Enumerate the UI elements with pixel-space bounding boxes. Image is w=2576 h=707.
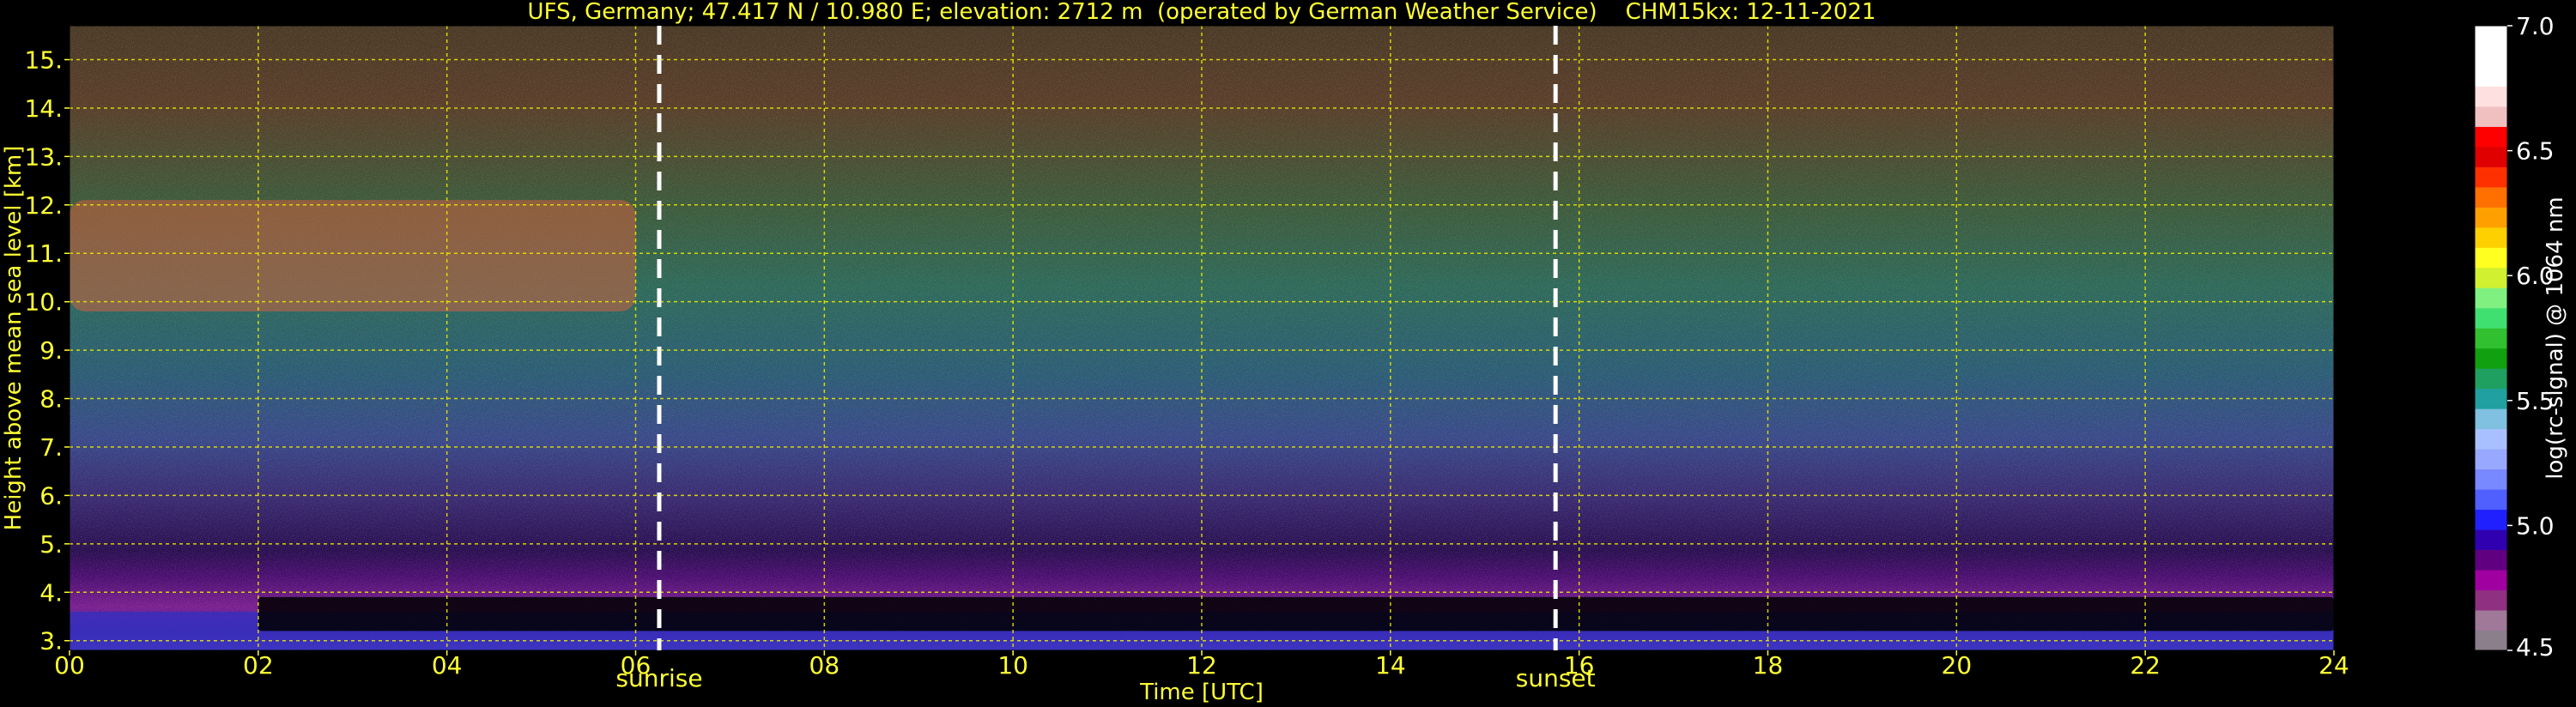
x-tick-label: 04 (432, 651, 463, 680)
colorbar-cell (2475, 267, 2507, 288)
colorbar-cell (2475, 247, 2507, 269)
colorbar-cell (2475, 166, 2507, 188)
y-tick-label: 11. (24, 239, 63, 268)
colorbar-tick-label: 4.5 (2516, 633, 2555, 662)
colorbar-cell (2475, 307, 2507, 329)
colorbar-cell (2475, 207, 2507, 228)
x-tick-label: 14 (1375, 651, 1406, 680)
colorbar-cell (2475, 449, 2507, 470)
y-tick-label: 12. (24, 191, 63, 220)
chart-title: UFS, Germany; 47.417 N / 10.980 E; eleva… (528, 0, 1876, 25)
colorbar-cell (2475, 347, 2507, 369)
colorbar-cell (2475, 489, 2507, 511)
colorbar-cell (2475, 570, 2507, 591)
y-tick-label: 6. (39, 481, 63, 510)
feature-region (258, 596, 2335, 631)
colorbar-cell (2475, 549, 2507, 571)
colorbar-cell (2475, 468, 2507, 490)
x-tick-label: 20 (1942, 651, 1973, 680)
colorbar-cell (2475, 126, 2507, 148)
x-tick-label: 22 (2130, 651, 2161, 680)
y-tick-label: 14. (24, 94, 63, 123)
y-tick-label: 15. (24, 46, 63, 75)
y-tick-label: 3. (39, 627, 63, 656)
colorbar-cell (2475, 610, 2507, 631)
colorbar: 4.55.05.56.06.57.0 log(rc-signal) @ 1064… (2474, 12, 2568, 662)
colorbar-cell (2475, 86, 2507, 107)
y-tick-label: 8. (39, 385, 63, 414)
colorbar-cell (2475, 186, 2507, 208)
colorbar-cell (2475, 509, 2507, 530)
colorbar-cell (2475, 227, 2507, 248)
colorbar-cell (2475, 368, 2507, 390)
y-tick-label: 13. (24, 142, 63, 171)
x-tick-label: 18 (1753, 651, 1784, 680)
y-axis-ticks: 3. 4. 5. 6. 7. 8. 9. 10. 11. 12. 13. 14. 15. (24, 46, 70, 656)
y-axis-label: Height above mean sea level [km] (1, 146, 27, 531)
colorbar-tick-label: 5.0 (2516, 511, 2555, 540)
colorbar-cell (2475, 106, 2507, 127)
x-tick-label: 06 (621, 651, 652, 680)
y-tick-label: 9. (39, 336, 63, 365)
colorbar-cell (2475, 529, 2507, 551)
x-tick-label: 08 (809, 651, 840, 680)
y-tick-label: 5. (39, 530, 63, 559)
x-axis-label: Time [UTC] (1139, 680, 1264, 705)
y-tick-label: 4. (39, 578, 63, 607)
colorbar-cell (2475, 630, 2507, 651)
colorbar-label: log(rc-signal) @ 1064 nm (2543, 196, 2568, 479)
x-tick-label: 10 (997, 651, 1028, 680)
colorbar-cell (2475, 428, 2507, 450)
colorbar-tick-label: 7.0 (2516, 12, 2555, 40)
colorbar-tick-label: 6.5 (2516, 137, 2555, 166)
x-tick-label: 16 (1564, 651, 1595, 680)
colorbar-cell (2475, 328, 2507, 349)
x-axis-ticks: 00 02 04 06 08 10 12 14 16 18 20 22 24 (54, 650, 2349, 680)
colorbar-cell (2475, 287, 2507, 309)
y-tick-label: 10. (24, 288, 63, 317)
feature-region (70, 200, 636, 311)
colorbar-cell (2475, 388, 2507, 409)
colorbar-cell (2475, 45, 2507, 67)
colorbar-cell (2475, 408, 2507, 430)
colorbar-cell (2475, 146, 2507, 167)
colorbar-cell (2475, 26, 2507, 46)
x-tick-label: 00 (54, 651, 85, 680)
colorbar-cell (2475, 589, 2507, 611)
ceilometer-figure: sunrise sunset 00 02 04 06 08 10 12 14 16 18 20 22 24… (1, 0, 2568, 705)
x-tick-label: 12 (1186, 651, 1217, 680)
colorbar-cell (2475, 65, 2507, 87)
x-tick-label: 02 (243, 651, 274, 680)
y-tick-label: 7. (39, 433, 63, 462)
x-tick-label: 24 (2318, 651, 2349, 680)
